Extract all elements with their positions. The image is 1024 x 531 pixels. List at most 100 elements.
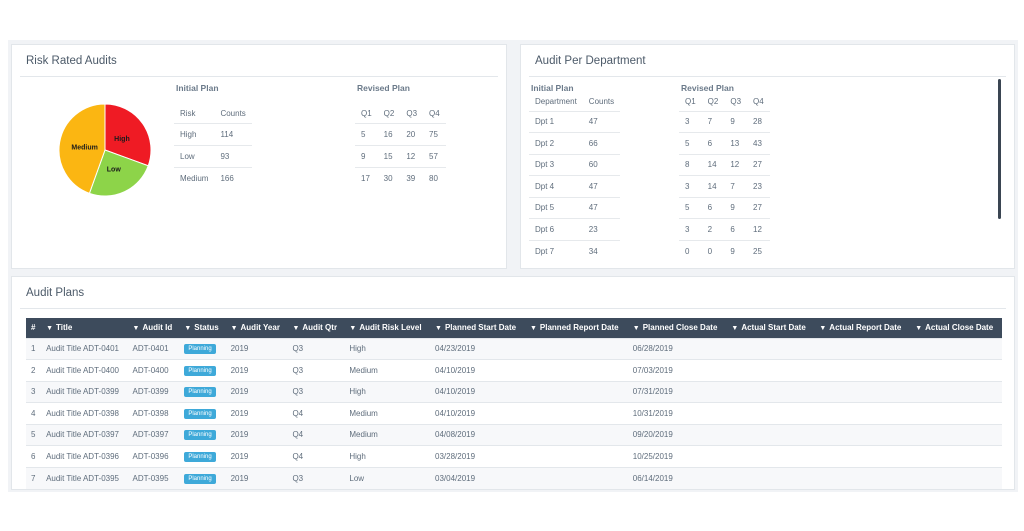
table-cell: [910, 423, 1002, 446]
table-row: 0 0 9 25: [679, 239, 770, 262]
filter-icon[interactable]: ▼: [133, 325, 140, 332]
table-cell: 6: [701, 196, 725, 219]
table-row[interactable]: 5 Audit Title ADT-0397 ADT-0397 Planning 201…: [26, 423, 1002, 446]
column-header: Counts: [220, 109, 246, 119]
table-cell: [726, 402, 815, 424]
filter-icon[interactable]: ▼: [184, 325, 191, 332]
column-header-planned-start-date[interactable]: ▼ Planned Start Date: [430, 318, 525, 338]
table-cell: [814, 380, 911, 403]
risk-revised-table: Q1 Q2 Q3 Q4 5 16 20 75 9 15 12 57 17 30 39 80: [355, 105, 446, 189]
column-header-title[interactable]: ▼ Title: [41, 318, 128, 338]
table-cell: [524, 380, 628, 403]
column-header-status[interactable]: ▼ Status: [179, 318, 226, 338]
table-cell: Audit Title ADT-0398: [41, 402, 128, 424]
table-cell: 47: [582, 175, 621, 197]
table-cell: High: [344, 445, 431, 467]
table-cell: 06/14/2019: [627, 466, 727, 489]
filter-icon[interactable]: ▼: [633, 325, 640, 332]
table-cell: 75: [423, 122, 446, 145]
table-cell: 2: [26, 359, 42, 381]
table-row[interactable]: 2 Audit Title ADT-0400 ADT-0400 Planning 201…: [26, 359, 1002, 381]
column-header-label: Planned Report Date: [539, 323, 619, 333]
table-row: Medium 166: [174, 166, 252, 189]
column-header: Q3: [730, 97, 742, 107]
table-cell: Planning: [179, 423, 226, 446]
audit-plans-table: # ▼ Title ▼ Audit Id ▼ Status ▼ Audit Year ▼ Audit…: [26, 318, 1002, 489]
table-cell: [814, 466, 911, 489]
table-cell: [726, 337, 815, 360]
table-row[interactable]: 7 Audit Title ADT-0395 ADT-0395 Planning 201…: [26, 466, 1002, 489]
table-cell: Medium: [344, 359, 431, 381]
table-cell: 04/10/2019: [430, 402, 525, 424]
table-cell: 27: [747, 196, 770, 219]
table-row[interactable]: 1 Audit Title ADT-0401 ADT-0401 Planning 201…: [26, 337, 1002, 360]
table-cell: 114: [214, 122, 252, 145]
table-cell: Q4: [287, 445, 345, 467]
table-cell: Dpt 2: [529, 132, 583, 154]
table-cell: 12: [400, 144, 424, 167]
column-header: Department: [535, 97, 577, 107]
column-header-[interactable]: #: [26, 318, 42, 338]
table-cell: Medium: [344, 423, 431, 446]
revised-plan-label: Revised Plan: [681, 83, 734, 93]
table-row[interactable]: 6 Audit Title ADT-0396 ADT-0396 Planning 201…: [26, 445, 1002, 467]
table-cell: [814, 337, 911, 360]
table-header-row: Risk Counts: [174, 105, 252, 123]
table-cell: ADT-0399: [127, 380, 180, 403]
table-cell: 10/31/2019: [627, 402, 727, 424]
table-cell: 6: [701, 132, 725, 154]
column-header-planned-report-date[interactable]: ▼ Planned Report Date: [524, 318, 628, 338]
table-cell: 03/28/2019: [430, 445, 525, 467]
audit-per-department-panel: Audit Per Department Initial Plan Depart…: [520, 44, 1015, 269]
table-cell: 1: [26, 337, 42, 360]
table-cell: Q3: [287, 380, 345, 403]
table-cell: Planning: [179, 445, 226, 467]
table-row: Dpt 2 66: [529, 132, 621, 154]
table-cell: 43: [747, 132, 770, 154]
column-header-actual-start-date[interactable]: ▼ Actual Start Date: [726, 318, 815, 338]
table-cell: High: [344, 380, 431, 403]
table-cell: 3: [679, 175, 702, 197]
table-cell: 04/23/2019: [430, 337, 525, 360]
table-cell: 23: [747, 175, 770, 197]
divider: [529, 76, 1006, 77]
filter-icon[interactable]: ▼: [292, 325, 299, 332]
column-header-label: Title: [56, 323, 73, 333]
table-cell: 16: [377, 122, 401, 145]
table-cell: 3: [26, 380, 42, 403]
column-header-label: Actual Report Date: [829, 323, 902, 333]
vertical-scrollbar[interactable]: [998, 79, 1001, 219]
table-row[interactable]: 4 Audit Title ADT-0398 ADT-0398 Planning 201…: [26, 402, 1002, 424]
table-cell: 15: [377, 144, 401, 167]
filter-icon[interactable]: ▼: [349, 325, 356, 332]
filter-icon[interactable]: ▼: [731, 325, 738, 332]
table-cell: 80: [423, 166, 446, 189]
table-cell: 30: [377, 166, 401, 189]
column-header-planned-close-date[interactable]: ▼ Planned Close Date: [627, 318, 727, 338]
table-row: 17 30 39 80: [355, 166, 446, 189]
column-header-audit-id[interactable]: ▼ Audit Id: [127, 318, 180, 338]
table-cell: 2019: [225, 402, 288, 424]
column-header-label: Audit Year: [240, 323, 280, 333]
filter-icon[interactable]: ▼: [46, 325, 53, 332]
filter-icon[interactable]: ▼: [819, 325, 826, 332]
table-cell: Low: [344, 466, 431, 489]
column-header: Q4: [429, 109, 440, 119]
filter-icon[interactable]: ▼: [530, 325, 537, 332]
column-header-audit-year[interactable]: ▼ Audit Year: [225, 318, 288, 338]
table-cell: 0: [701, 239, 725, 262]
column-header-actual-close-date[interactable]: ▼ Actual Close Date: [910, 318, 1002, 338]
filter-icon[interactable]: ▼: [915, 325, 922, 332]
table-cell: 06/28/2019: [627, 337, 727, 360]
column-header-actual-report-date[interactable]: ▼ Actual Report Date: [814, 318, 911, 338]
table-row[interactable]: 3 Audit Title ADT-0399 ADT-0399 Planning 201…: [26, 380, 1002, 403]
table-cell: [726, 445, 815, 467]
table-cell: Q3: [287, 359, 345, 381]
column-header: Q2: [383, 109, 395, 119]
filter-icon[interactable]: ▼: [231, 325, 238, 332]
table-cell: 2019: [225, 359, 288, 381]
column-header-audit-qtr[interactable]: ▼ Audit Qtr: [287, 318, 345, 338]
filter-icon[interactable]: ▼: [435, 325, 442, 332]
column-header-label: #: [31, 323, 36, 333]
column-header-audit-risk-level[interactable]: ▼ Audit Risk Level: [344, 318, 431, 338]
